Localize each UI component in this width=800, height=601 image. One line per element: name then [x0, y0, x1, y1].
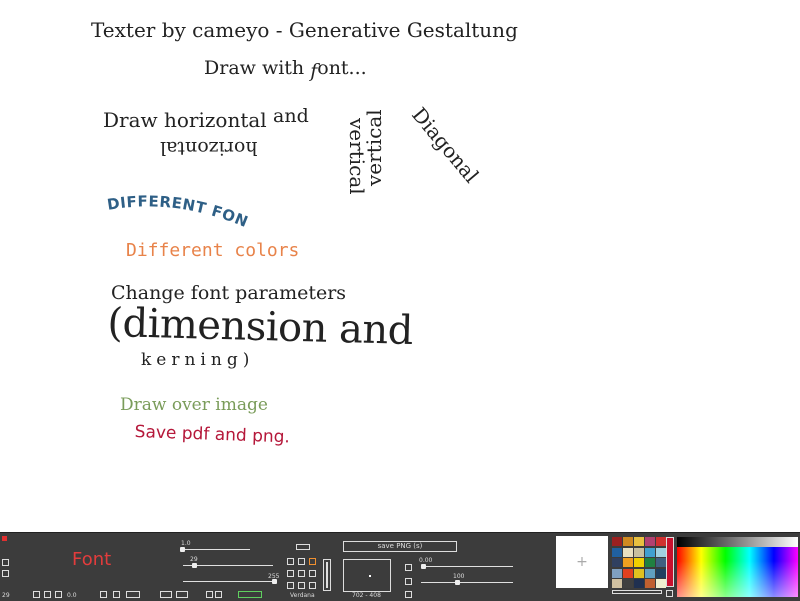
- svg-text:DIFFERENT FONTS: DIFFERENT FONTS: [98, 176, 250, 231]
- pause2-icon[interactable]: [215, 591, 222, 598]
- palette-swatch[interactable]: [634, 537, 644, 546]
- size-slider[interactable]: [182, 549, 250, 550]
- and-text: and: [273, 105, 309, 127]
- position-mc-icon[interactable]: [298, 570, 305, 577]
- position-pad-dot: [369, 575, 371, 577]
- draw-with-font-text: Draw with font...: [204, 57, 367, 82]
- palette-swatch[interactable]: [623, 558, 633, 567]
- red-indicator: [2, 536, 7, 541]
- different-fonts-label: DIFFERENT FONTS: [98, 176, 250, 231]
- palette-swatch[interactable]: [612, 547, 622, 557]
- bottom-toolbar: 29 Font 0.0 1.0 29 255 Verdana save PNG …: [0, 532, 800, 601]
- ont-text: ont...: [317, 57, 367, 79]
- add-image-icon: +: [576, 554, 588, 570]
- green-toggle-group[interactable]: [238, 591, 262, 598]
- save-png-button[interactable]: save PNG (s): [343, 541, 457, 552]
- align-right-icon[interactable]: [55, 591, 62, 598]
- palette-swatch[interactable]: [612, 558, 622, 567]
- position-tc-icon[interactable]: [298, 558, 305, 565]
- palette-swatch[interactable]: [645, 568, 655, 578]
- palette-swatch[interactable]: [612, 568, 622, 578]
- size-slider-knob[interactable]: [180, 547, 185, 552]
- stack-icon[interactable]: [160, 591, 172, 598]
- position-ml-icon[interactable]: [287, 570, 294, 577]
- different-fonts-arc: DIFFERENT FONTS: [98, 176, 250, 231]
- draw-with-text: Draw with: [204, 57, 311, 79]
- keyboard-icon[interactable]: [296, 544, 310, 550]
- save-pdf-png-text: Save pdf and png.: [134, 422, 291, 448]
- palette-swatch[interactable]: [623, 568, 633, 578]
- vertical-text-2: vertical: [362, 109, 386, 186]
- palette-swatch[interactable]: [656, 537, 666, 546]
- palette-settings-icon[interactable]: [666, 590, 673, 597]
- palette-swatch[interactable]: [634, 568, 644, 578]
- canvas-title: Texter by cameyo - Generative Gestaltung: [91, 18, 518, 42]
- palette-swatch[interactable]: [634, 558, 644, 567]
- line-tool-icon[interactable]: [126, 591, 140, 598]
- palette-swatch[interactable]: [645, 547, 655, 557]
- position-pad[interactable]: [343, 559, 391, 592]
- frame-icon[interactable]: [100, 591, 107, 598]
- grid-toggle-icon[interactable]: [405, 591, 412, 598]
- color-palette[interactable]: [612, 537, 667, 589]
- color-picker-spectrum[interactable]: [677, 537, 798, 597]
- alpha-slider-knob[interactable]: [272, 579, 277, 584]
- position-mr-icon[interactable]: [309, 570, 316, 577]
- align-left-icon[interactable]: [33, 591, 40, 598]
- vertical-slider-bar: [326, 562, 328, 588]
- palette-swatch[interactable]: [656, 568, 666, 578]
- zoom-icon[interactable]: [405, 578, 412, 585]
- palette-swatch[interactable]: [656, 558, 666, 567]
- palette-swatch[interactable]: [645, 537, 655, 546]
- palette-swatch[interactable]: [634, 579, 644, 588]
- selected-color-bar[interactable]: [666, 537, 674, 587]
- position-br-icon[interactable]: [309, 582, 316, 589]
- kerning-slider-knob[interactable]: [192, 563, 197, 568]
- palette-swatch[interactable]: [656, 547, 666, 557]
- rotate-icon[interactable]: [405, 564, 412, 571]
- font-name: Verdana: [290, 592, 315, 599]
- position-bl-icon[interactable]: [287, 582, 294, 589]
- image-preview[interactable]: +: [556, 536, 608, 588]
- horizontal-flipped-text: horizontal: [160, 137, 258, 159]
- palette-swatch[interactable]: [623, 537, 633, 546]
- palette-swatch[interactable]: [634, 547, 644, 557]
- palette-swatch[interactable]: [645, 579, 655, 588]
- pause-icon[interactable]: [206, 591, 213, 598]
- alpha-slider[interactable]: [183, 581, 277, 582]
- align-center-icon[interactable]: [44, 591, 51, 598]
- palette-swatch[interactable]: [623, 547, 633, 557]
- coordinates-readout: 702 - 408: [352, 592, 381, 599]
- minus-button[interactable]: [2, 559, 9, 566]
- palette-scrollbar[interactable]: [612, 590, 662, 594]
- different-colors-text: Different colors: [126, 240, 300, 261]
- grid-icon[interactable]: [113, 591, 120, 598]
- drawing-canvas[interactable]: Texter by cameyo - Generative Gestaltung…: [0, 0, 800, 532]
- zoom-slider-knob[interactable]: [455, 580, 460, 585]
- position-tr-icon[interactable]: [309, 558, 316, 565]
- palette-swatch[interactable]: [612, 537, 622, 546]
- palette-swatch[interactable]: [656, 579, 666, 588]
- draw-over-image-text: Draw over image: [120, 395, 268, 415]
- position-tl-icon[interactable]: [287, 558, 294, 565]
- kerning-text: kerning): [141, 350, 255, 370]
- vertical-slider[interactable]: [323, 559, 331, 591]
- palette-swatch[interactable]: [612, 579, 622, 588]
- palette-swatch[interactable]: [623, 579, 633, 588]
- plus-button[interactable]: [2, 570, 9, 577]
- dimension-text: (dimension and: [106, 300, 414, 354]
- draw-horizontal-text: Draw horizontal: [103, 108, 267, 132]
- palette-swatch[interactable]: [645, 558, 655, 567]
- grayscale-row: [677, 537, 798, 547]
- frame-count: 29: [2, 592, 10, 599]
- angle-slider[interactable]: [421, 566, 513, 567]
- angle-slider-knob[interactable]: [421, 564, 426, 569]
- font-f-letter: f: [310, 60, 318, 82]
- offset-value: 0.0: [67, 592, 77, 599]
- zoom-slider[interactable]: [421, 582, 513, 583]
- font-label: Font: [72, 549, 112, 570]
- stack2-icon[interactable]: [176, 591, 188, 598]
- position-bc-icon[interactable]: [298, 582, 305, 589]
- diagonal-text: Diagonal: [407, 102, 484, 188]
